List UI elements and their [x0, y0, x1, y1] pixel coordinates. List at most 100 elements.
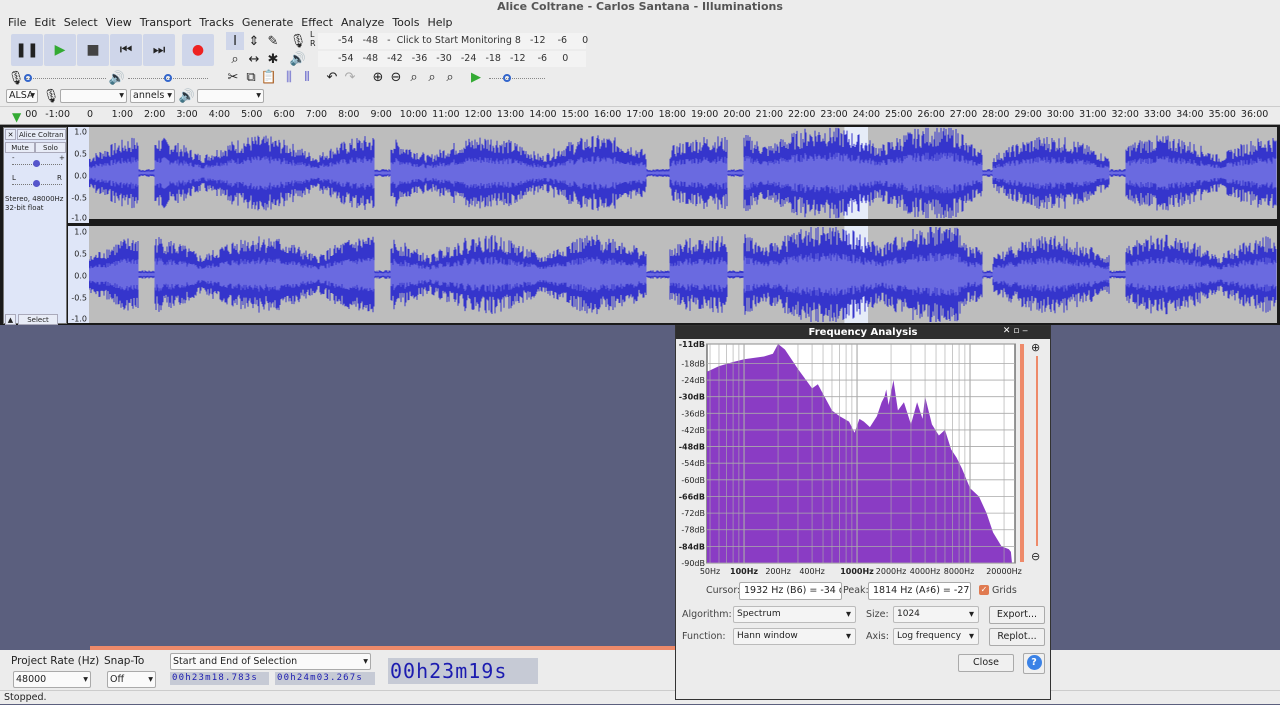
silence-icon[interactable]: ⫴ — [298, 68, 316, 86]
plot-scrollbar[interactable] — [1020, 344, 1024, 562]
project-rate-select[interactable]: 48000 — [13, 671, 91, 688]
menu-generate[interactable]: Generate — [238, 14, 297, 31]
audio-host-select[interactable]: ALSA — [6, 89, 38, 103]
zoom-out-icon[interactable]: ⊖ — [1031, 550, 1040, 563]
y-tick-label: -30dB — [679, 393, 705, 402]
algorithm-select[interactable]: Spectrum — [733, 606, 856, 623]
cut-icon[interactable]: ✂ — [224, 68, 242, 86]
channels-select[interactable]: annels — [130, 89, 175, 103]
peak-field[interactable]: 1814 Hz (A♯6) = -27.4 — [868, 582, 971, 600]
draw-tool-icon[interactable]: ✎ — [264, 32, 282, 50]
selection-tool-icon[interactable]: I — [226, 32, 244, 50]
slider-thumb[interactable] — [503, 74, 511, 82]
zoom-out-icon[interactable]: ⊖ — [387, 68, 405, 86]
close-dialog-icon[interactable]: ✕ ▫ ‒ — [1003, 326, 1028, 336]
menu-view[interactable]: View — [102, 14, 136, 31]
selection-start-time[interactable]: 00h23m18.783s — [170, 672, 269, 685]
speaker-icon: 🔊 — [108, 70, 126, 86]
record-meter[interactable]: -54 -48 - Click to Start Monitoring 8 -1… — [318, 33, 588, 49]
mic-icon: 🎙 — [7, 70, 25, 86]
ruler-tick: 25:00 — [885, 109, 913, 120]
track-name-menu[interactable]: Alice Coltran — [17, 129, 66, 140]
record-button[interactable]: ● — [182, 34, 214, 66]
snap-to-select[interactable]: Off — [107, 671, 156, 688]
y-tick-label: -48dB — [679, 443, 705, 452]
solo-button[interactable]: Solo — [35, 142, 66, 153]
zoom-slider[interactable] — [1036, 356, 1038, 546]
playback-meter[interactable]: -54 -48 -42 -36 -30 -24 -18 -12 -6 0 — [318, 51, 586, 67]
cursor-field[interactable]: 1932 Hz (B6) = -34 dB — [739, 582, 842, 600]
help-button[interactable]: ? — [1023, 653, 1045, 674]
menu-transport[interactable]: Transport — [136, 14, 196, 31]
replot-button[interactable]: Replot... — [989, 628, 1045, 646]
axis-select[interactable]: Log frequency — [893, 628, 979, 645]
slider-thumb[interactable] — [33, 180, 40, 187]
skip-end-button[interactable]: ⏭ — [143, 34, 175, 66]
size-select[interactable]: 1024 — [893, 606, 979, 623]
paste-icon[interactable]: 📋 — [260, 68, 278, 86]
ruler-tick: 15:00 — [561, 109, 589, 120]
zoom-toggle-icon[interactable]: ⌕ — [441, 68, 459, 86]
collapse-track-icon[interactable]: ▲ — [5, 314, 16, 325]
redo-icon[interactable]: ↷ — [341, 68, 359, 86]
timeline-ruler[interactable]: ▼ 00 -1:00 0 1:00 2:00 3:00 4:00 5:00 6:00 7:00 8:… — [0, 107, 1280, 125]
stop-button[interactable]: ■ — [77, 34, 109, 66]
y-tick-label: -60dB — [681, 476, 705, 485]
select-track-button[interactable]: Select — [18, 314, 58, 325]
function-select[interactable]: Hann window — [733, 628, 856, 645]
pause-button[interactable]: ❚❚ — [11, 34, 43, 66]
y-tick-label: -36dB — [681, 409, 705, 418]
menu-edit[interactable]: Edit — [30, 14, 59, 31]
close-button[interactable]: Close — [958, 654, 1014, 672]
selection-end-time[interactable]: 00h24m03.267s — [275, 672, 375, 685]
scale-label: 0.0 — [74, 271, 87, 281]
close-track-icon[interactable]: ✕ — [5, 129, 16, 140]
ruler-tick: -1:00 — [45, 109, 71, 120]
copy-icon[interactable]: ⧉ — [242, 68, 260, 86]
export-button[interactable]: Export... — [989, 606, 1045, 624]
menu-effect[interactable]: Effect — [297, 14, 337, 31]
ruler-tick: 00 — [25, 109, 38, 120]
menu-file[interactable]: File — [4, 14, 30, 31]
ruler-tick: 21:00 — [755, 109, 784, 120]
undo-icon[interactable]: ↶ — [323, 68, 341, 86]
fit-selection-icon[interactable]: ⌕ — [405, 68, 423, 86]
ruler-tick: 30:00 — [1046, 109, 1075, 120]
zoom-in-icon[interactable]: ⊕ — [1031, 341, 1040, 354]
record-meter-mic-icon[interactable]: 🎙 — [289, 32, 307, 50]
record-volume-slider[interactable] — [26, 78, 106, 79]
menu-tools[interactable]: Tools — [388, 14, 423, 31]
playback-device-select[interactable] — [197, 89, 264, 103]
slider-thumb[interactable] — [33, 160, 40, 167]
play-meter-speaker-icon[interactable]: 🔊 — [289, 50, 307, 68]
ruler-tick: 36:00 — [1240, 109, 1269, 120]
mute-button[interactable]: Mute — [5, 142, 35, 153]
slider-thumb[interactable] — [164, 74, 172, 82]
multi-tool-icon[interactable]: ✱ — [264, 50, 282, 68]
waveform[interactable] — [89, 127, 1277, 323]
play-speed-slider[interactable] — [489, 78, 545, 79]
play-at-speed-icon[interactable]: ▶ — [467, 68, 485, 86]
menu-tracks[interactable]: Tracks — [195, 14, 238, 31]
play-head-icon[interactable]: ▼ — [12, 110, 21, 124]
skip-start-button[interactable]: ⏮ — [110, 34, 142, 66]
zoom-tool-icon[interactable]: ⌕ — [226, 50, 244, 68]
play-button[interactable]: ▶ — [44, 34, 76, 66]
spectrum-plot[interactable]: -11dB -18dB -24dB -30dB -36dB -42dB -48dB -54dB… — [676, 340, 1052, 580]
menu-analyze[interactable]: Analyze — [337, 14, 388, 31]
zoom-in-icon[interactable]: ⊕ — [369, 68, 387, 86]
slider-thumb[interactable] — [24, 74, 32, 82]
menu-select[interactable]: Select — [60, 14, 102, 31]
trim-icon[interactable]: ⫼ — [280, 68, 298, 86]
selection-mode-select[interactable]: Start and End of Selection — [170, 653, 371, 670]
y-tick-label: -11dB — [679, 340, 705, 349]
audio-position-time[interactable]: 00h23m19s — [388, 658, 538, 684]
timeshift-tool-icon[interactable]: ↔ — [245, 50, 263, 68]
ruler-tick: 17:00 — [626, 109, 654, 120]
fit-project-icon[interactable]: ⌕ — [423, 68, 441, 86]
y-tick-label: -78dB — [681, 526, 705, 535]
menu-help[interactable]: Help — [423, 14, 456, 31]
grids-checkbox[interactable]: ✓ — [979, 585, 989, 595]
recording-device-select[interactable] — [60, 89, 127, 103]
envelope-tool-icon[interactable]: ⇕ — [245, 32, 263, 50]
